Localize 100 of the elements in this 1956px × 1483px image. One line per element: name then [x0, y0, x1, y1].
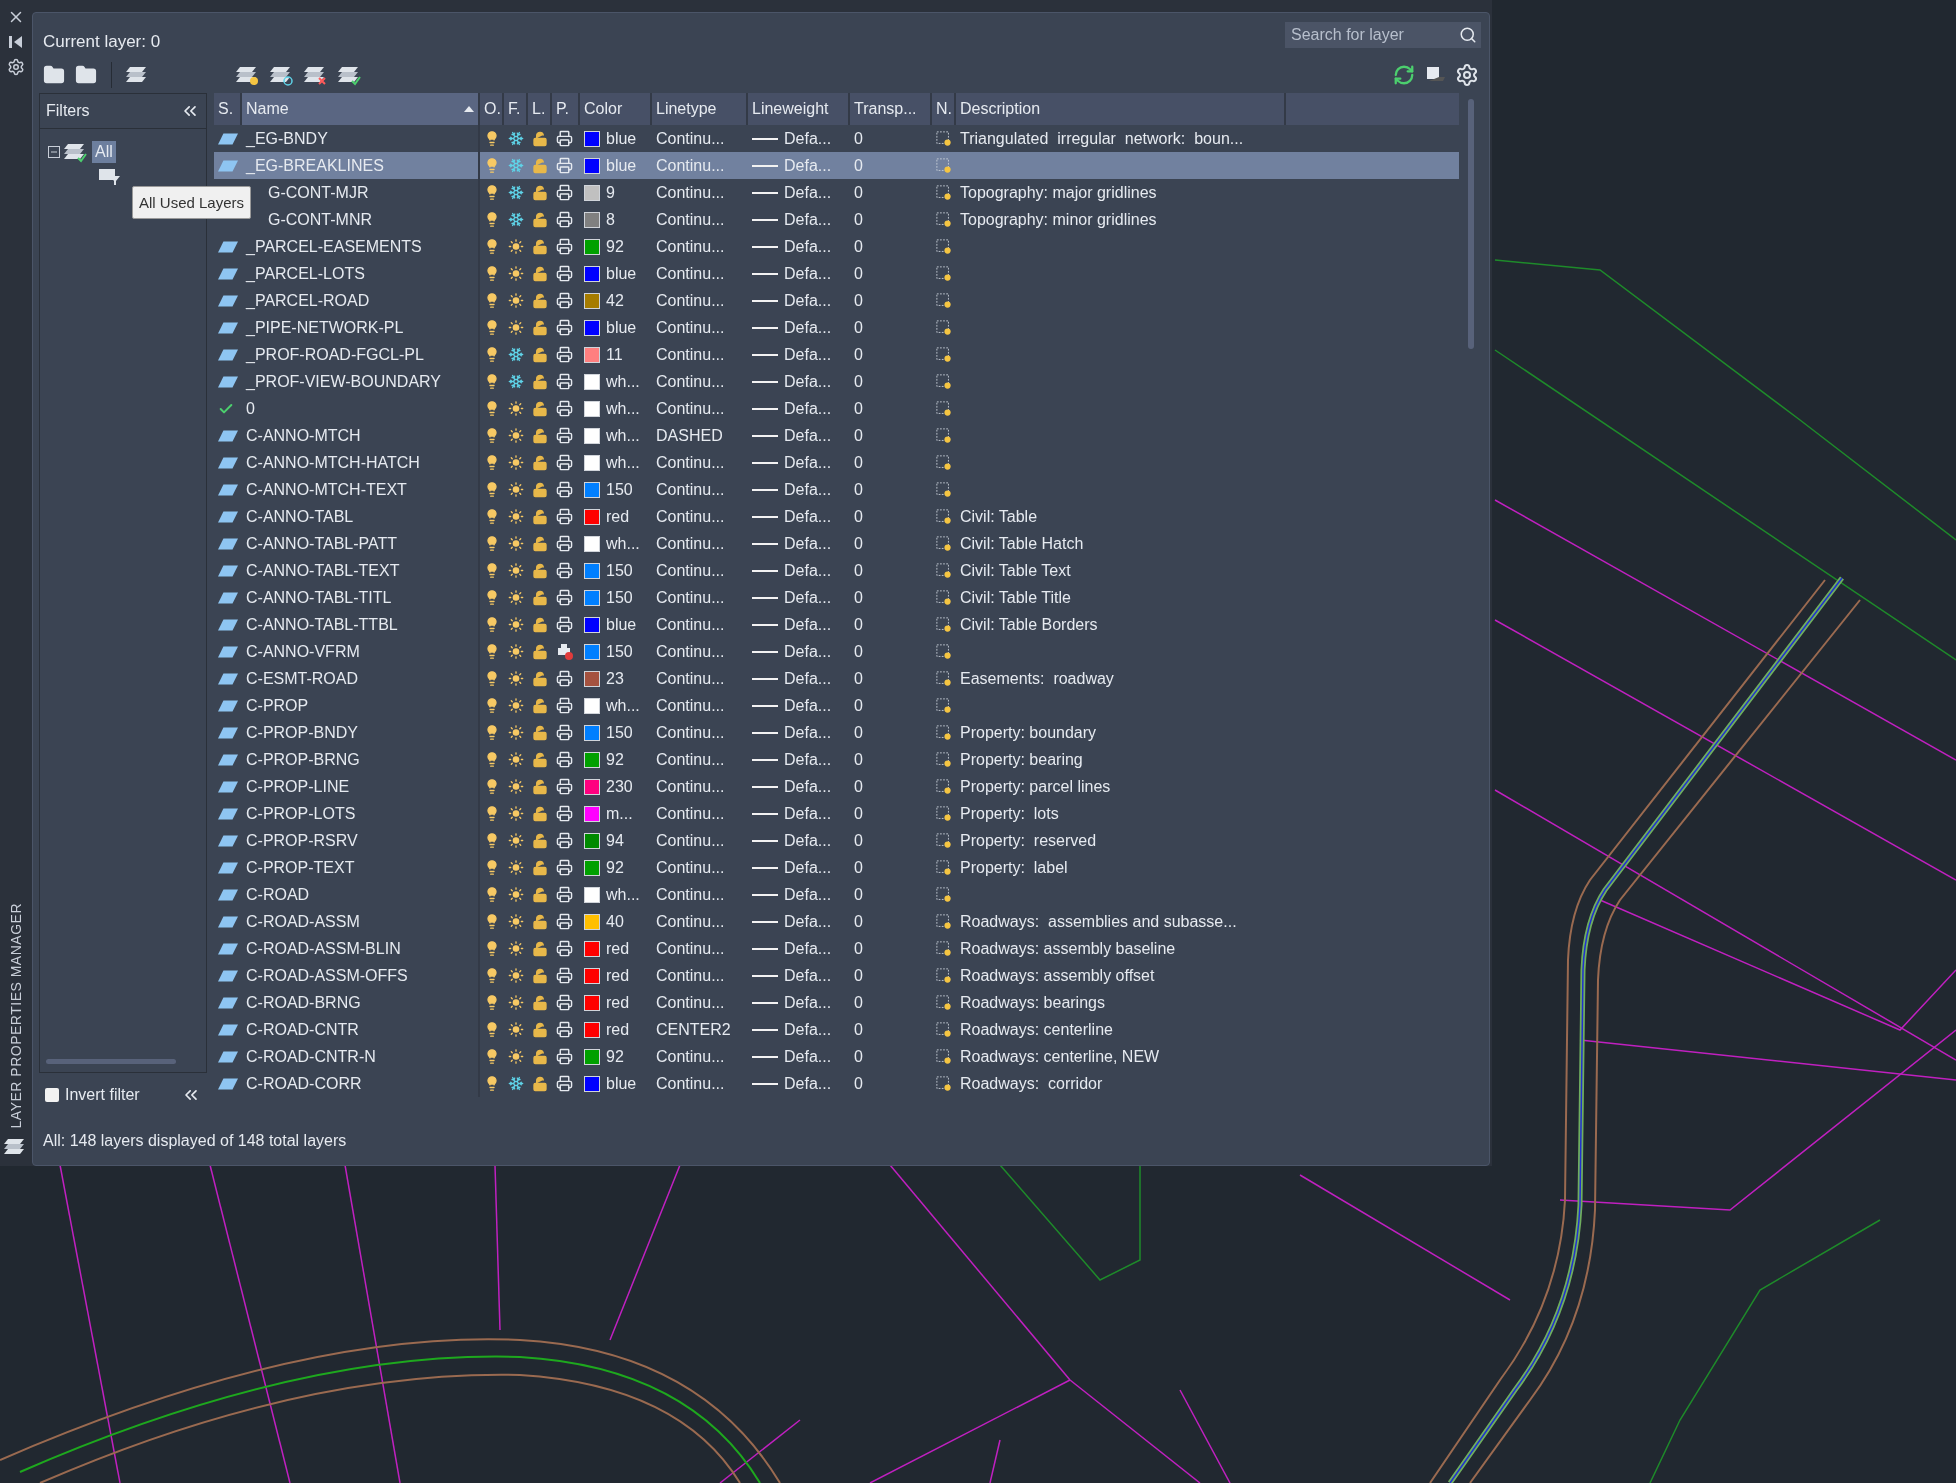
- layer-name: _PROF-ROAD-FGCL-PL: [246, 345, 424, 364]
- layer-name: C-ANNO-TABL-TTBL: [246, 615, 398, 634]
- layer-name: C-ROAD: [246, 885, 310, 904]
- transparency: 0: [854, 453, 863, 472]
- color-name: wh...: [606, 426, 640, 445]
- transparency: 0: [854, 588, 863, 607]
- lineweight: Defa...: [784, 912, 832, 931]
- linetype: Continu...: [656, 696, 725, 715]
- layer-name: C-ROAD-ASSM-OFFS: [246, 966, 408, 985]
- color-name: 92: [606, 858, 624, 877]
- transparency: 0: [854, 156, 863, 175]
- color-name: 92: [606, 237, 624, 256]
- lineweight: Defa...: [784, 156, 832, 175]
- layer-name: C-ANNO-TABL-TEXT: [246, 561, 400, 580]
- color-name: 42: [606, 291, 624, 310]
- linetype: Continu...: [656, 264, 725, 283]
- layer-name: C-ROAD-ASSM: [246, 912, 360, 931]
- layer-name: C-ANNO-MTCH-TEXT: [246, 480, 407, 499]
- layer-name: 0: [246, 399, 255, 418]
- layer-name: C-PROP-BRNG: [246, 750, 360, 769]
- transparency: 0: [854, 1047, 863, 1066]
- lineweight: Defa...: [784, 480, 832, 499]
- transparency: 0: [854, 831, 863, 850]
- color-name: 94: [606, 831, 624, 850]
- layer-name: _EG-BNDY: [246, 129, 328, 148]
- transparency: 0: [854, 183, 863, 202]
- layer-description: Property: parcel lines: [960, 777, 1111, 796]
- color-name: wh...: [606, 399, 640, 418]
- lineweight: Defa...: [784, 453, 832, 472]
- linetype: Continu...: [656, 723, 725, 742]
- layer-description: Easements: roadway: [960, 669, 1114, 688]
- transparency: 0: [854, 264, 863, 283]
- lineweight: Defa...: [784, 669, 832, 688]
- layer-description: Roadways: corridor: [960, 1074, 1103, 1093]
- lineweight: Defa...: [784, 237, 832, 256]
- status-text: All: 148 layers displayed of 148 total layers: [43, 1132, 347, 1150]
- linetype: Continu...: [656, 156, 725, 175]
- transparency: 0: [854, 399, 863, 418]
- palette-title: LAYER PROPERTIES MANAGER: [8, 902, 24, 1128]
- transparency: 0: [854, 939, 863, 958]
- transparency: 0: [854, 480, 863, 499]
- layer-name: C-ROAD-CNTR: [246, 1020, 359, 1039]
- transparency: 0: [854, 534, 863, 553]
- linetype: Continu...: [656, 318, 725, 337]
- linetype: Continu...: [656, 777, 725, 796]
- linetype: Continu...: [656, 804, 725, 823]
- color-name: 9: [606, 183, 615, 202]
- lineweight: Defa...: [784, 345, 832, 364]
- lineweight: Defa...: [784, 1047, 832, 1066]
- linetype: Continu...: [656, 210, 725, 229]
- layer-description: Property: reserved: [960, 831, 1097, 850]
- layer-name: _EG-BREAKLINES: [246, 156, 384, 175]
- linetype: Continu...: [656, 588, 725, 607]
- lineweight: Defa...: [784, 561, 832, 580]
- layer-name: _PROF-VIEW-BOUNDARY: [246, 372, 441, 391]
- color-name: blue: [606, 615, 637, 634]
- color-name: wh...: [606, 696, 640, 715]
- color-name: red: [606, 1020, 630, 1039]
- linetype: Continu...: [656, 858, 725, 877]
- linetype: Continu...: [656, 399, 725, 418]
- layer-description: Roadways: centerline, NEW: [960, 1047, 1160, 1066]
- linetype: Continu...: [656, 372, 725, 391]
- color-name: 150: [606, 723, 633, 742]
- transparency: 0: [854, 561, 863, 580]
- transparency: 0: [854, 642, 863, 661]
- transparency: 0: [854, 669, 863, 688]
- color-name: 40: [606, 912, 624, 931]
- color-name: 150: [606, 480, 633, 499]
- layer-name: C-ANNO-MTCH-HATCH: [246, 453, 420, 472]
- layer-name: C-ROAD-BRNG: [246, 993, 361, 1012]
- color-name: 230: [606, 777, 633, 796]
- lineweight: Defa...: [784, 507, 832, 526]
- layer-description: Roadways: bearings: [960, 993, 1105, 1012]
- transparency: 0: [854, 237, 863, 256]
- linetype: CENTER2: [656, 1020, 731, 1039]
- layer-name: _PARCEL-EASEMENTS: [246, 237, 422, 256]
- lineweight: Defa...: [784, 210, 832, 229]
- linetype: Continu...: [656, 237, 725, 256]
- transparency: 0: [854, 318, 863, 337]
- lineweight: Defa...: [784, 183, 832, 202]
- lineweight: Defa...: [784, 750, 832, 769]
- transparency: 0: [854, 993, 863, 1012]
- color-name: wh...: [606, 534, 640, 553]
- color-name: red: [606, 939, 630, 958]
- lineweight: Defa...: [784, 939, 832, 958]
- color-name: blue: [606, 156, 637, 175]
- layer-description: Triangulated irregular network: boun...: [960, 129, 1244, 148]
- layer-description: Property: label: [960, 858, 1068, 877]
- lineweight: Defa...: [784, 885, 832, 904]
- layer-description: Roadways: assemblies and subasse...: [960, 912, 1237, 931]
- lineweight: Defa...: [784, 1020, 832, 1039]
- transparency: 0: [854, 426, 863, 445]
- color-name: wh...: [606, 372, 640, 391]
- linetype: Continu...: [656, 831, 725, 850]
- color-name: 8: [606, 210, 615, 229]
- linetype: Continu...: [656, 291, 725, 310]
- transparency: 0: [854, 372, 863, 391]
- layer-name: C-ESMT-ROAD: [246, 669, 358, 688]
- transparency: 0: [854, 696, 863, 715]
- filters-title: Filters: [46, 102, 90, 120]
